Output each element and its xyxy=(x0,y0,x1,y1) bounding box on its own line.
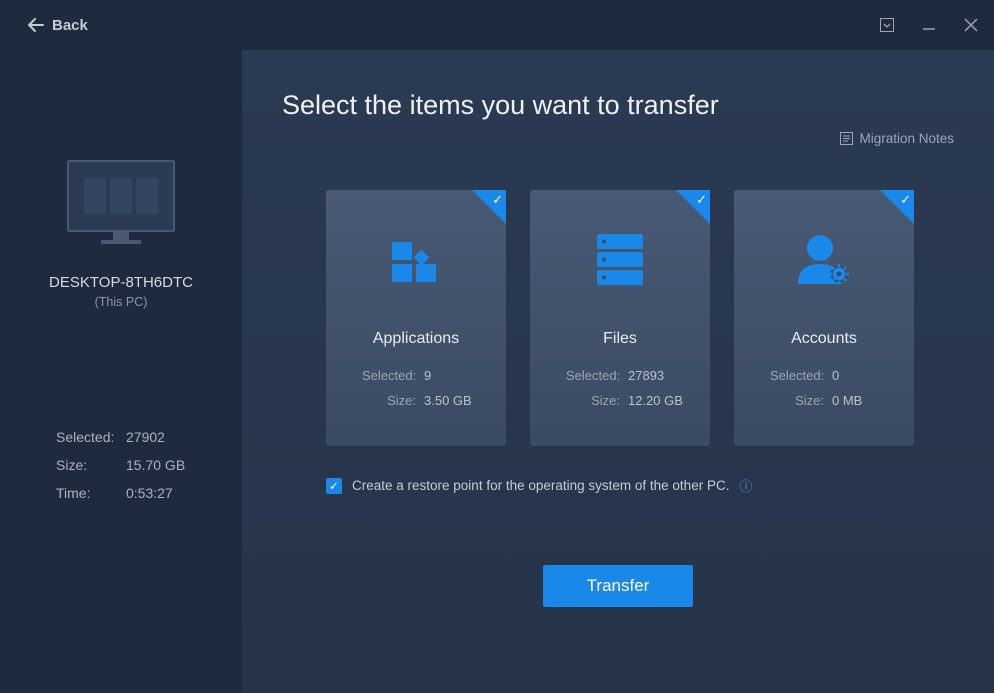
cards-row: ✓ Applications Selected:9 Size:3.50 GB xyxy=(326,190,954,446)
pc-name: DESKTOP-8TH6DTC xyxy=(49,274,193,291)
card-selected: Selected:9 xyxy=(362,368,506,383)
card-applications[interactable]: ✓ Applications Selected:9 Size:3.50 GB xyxy=(326,190,506,446)
back-button[interactable]: Back xyxy=(28,17,88,34)
minimize-icon xyxy=(922,18,936,32)
stat-time: Time: 0:53:27 xyxy=(56,485,242,501)
transfer-button[interactable]: Transfer xyxy=(543,565,693,607)
help-icon[interactable]: ⓘ xyxy=(739,476,752,495)
stat-size: Size: 15.70 GB xyxy=(56,457,242,473)
minimize-button[interactable] xyxy=(918,14,940,36)
main-panel: Select the items you want to transfer Mi… xyxy=(242,50,994,693)
card-size: Size:0 MB xyxy=(770,393,914,408)
page-title: Select the items you want to transfer xyxy=(282,90,954,121)
titlebar: Back xyxy=(0,0,994,50)
applications-icon xyxy=(386,220,446,300)
restore-label: Create a restore point for the operating… xyxy=(352,478,729,493)
pc-subtitle: (This PC) xyxy=(95,295,148,309)
pc-monitor-icon xyxy=(67,160,175,250)
migration-notes-link[interactable]: Migration Notes xyxy=(840,131,954,146)
check-icon: ✓ xyxy=(696,192,707,208)
card-title: Files xyxy=(603,330,637,348)
summary-stats: Selected: 27902 Size: 15.70 GB Time: 0:5… xyxy=(0,429,242,501)
arrow-left-icon xyxy=(28,18,44,32)
restore-checkbox[interactable]: ✓ xyxy=(326,478,342,494)
card-accounts[interactable]: ✓ xyxy=(734,190,914,446)
sidebar: DESKTOP-8TH6DTC (This PC) Selected: 2790… xyxy=(0,50,242,693)
card-title: Applications xyxy=(373,330,459,348)
notes-label: Migration Notes xyxy=(859,131,954,146)
chevron-box-icon xyxy=(880,18,894,32)
accounts-icon xyxy=(792,220,856,300)
close-button[interactable] xyxy=(960,14,982,36)
card-title: Accounts xyxy=(791,330,857,348)
close-icon xyxy=(963,17,979,33)
window-controls xyxy=(876,14,982,36)
card-selected: Selected:27893 xyxy=(566,368,710,383)
restore-point-row: ✓ Create a restore point for the operati… xyxy=(326,476,954,495)
card-size: Size:3.50 GB xyxy=(362,393,506,408)
card-selected: Selected:0 xyxy=(770,368,914,383)
card-files[interactable]: ✓ Files Selected:27893 Size:12.20 GB xyxy=(530,190,710,446)
dropdown-button[interactable] xyxy=(876,14,898,36)
content: DESKTOP-8TH6DTC (This PC) Selected: 2790… xyxy=(0,50,994,693)
files-icon xyxy=(593,220,647,300)
check-icon: ✓ xyxy=(492,192,503,208)
stat-selected: Selected: 27902 xyxy=(56,429,242,445)
back-label: Back xyxy=(52,17,88,34)
check-icon: ✓ xyxy=(900,192,911,208)
notes-icon xyxy=(840,132,853,145)
card-size: Size:12.20 GB xyxy=(566,393,710,408)
